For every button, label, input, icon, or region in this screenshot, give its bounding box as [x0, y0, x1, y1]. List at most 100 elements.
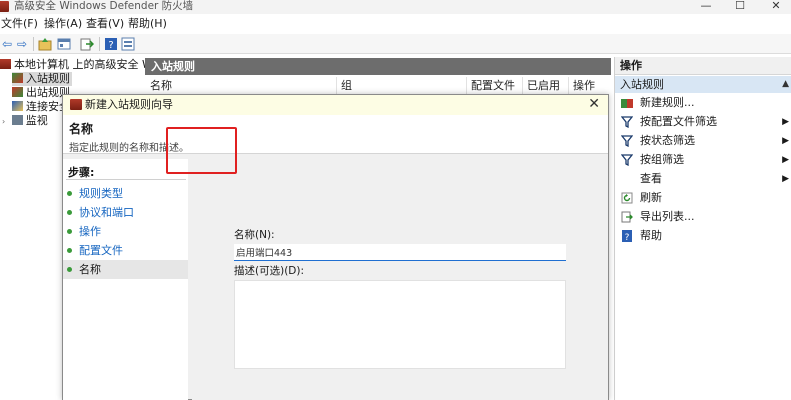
column-divider[interactable] — [568, 77, 569, 94]
dialog-subheading: 指定此规则的名称和描述。 — [69, 143, 189, 154]
menu-action[interactable]: 操作(A) — [44, 17, 82, 31]
action-label: 按组筛选 — [640, 153, 684, 166]
submenu-arrow-icon: ▶ — [782, 117, 789, 127]
action-label: 刷新 — [640, 191, 662, 204]
monitoring-icon — [11, 115, 23, 125]
export-list-icon — [621, 211, 633, 223]
collapse-icon[interactable]: ▲ — [782, 76, 789, 93]
connection-security-icon — [12, 101, 23, 111]
tree-item-label: 入站规则 — [26, 72, 70, 85]
minimize-button[interactable]: — — [688, 0, 724, 14]
help-icon[interactable]: ? — [104, 37, 118, 51]
action-label: 帮助 — [640, 229, 662, 242]
step-bullet-icon — [67, 210, 72, 215]
show-hide-tree-icon[interactable] — [57, 37, 71, 51]
outbound-rules-icon — [12, 87, 23, 97]
column-header-group[interactable]: 组 — [341, 77, 352, 94]
menu-file[interactable]: 文件(F) — [1, 17, 38, 31]
step-label: 配置文件 — [79, 244, 123, 257]
description-field-label: 描述(可选)(D): — [234, 265, 305, 277]
menu-help[interactable]: 帮助(H) — [128, 17, 167, 31]
action-filter-by-state[interactable]: 按状态筛选 ▶ — [615, 132, 791, 150]
action-view[interactable]: 查看 ▶ — [615, 170, 791, 188]
tree-item-monitoring[interactable]: › 监视 — [2, 114, 48, 128]
steps-divider — [66, 179, 186, 180]
actions-section-inbound-rules[interactable]: 入站规则 ▲ — [615, 76, 791, 93]
properties-icon[interactable] — [121, 37, 135, 51]
forward-icon[interactable]: ⇨ — [15, 37, 29, 51]
column-divider[interactable] — [522, 77, 523, 94]
step-bullet-icon — [67, 191, 72, 196]
submenu-arrow-icon: ▶ — [782, 155, 789, 165]
column-divider[interactable] — [336, 77, 337, 94]
expand-chevron-icon[interactable]: › — [2, 117, 5, 126]
center-panel-header: 入站规则 — [145, 58, 611, 75]
new-rule-icon — [621, 97, 633, 109]
step-label: 协议和端口 — [79, 206, 134, 219]
action-label: 新建规则... — [640, 96, 695, 109]
wizard-content: 名称(N): 描述(可选)(D): — [192, 159, 608, 400]
maximize-button[interactable]: ☐ — [722, 0, 758, 14]
action-label: 查看 — [640, 172, 662, 185]
filter-icon — [620, 116, 634, 129]
menu-view[interactable]: 查看(V) — [86, 17, 124, 31]
action-new-rule[interactable]: 新建规则... — [615, 94, 791, 112]
dialog-title: 新建入站规则向导 — [85, 98, 173, 111]
column-divider[interactable] — [466, 77, 467, 94]
toolbar: ⇦ ⇨ ? — [0, 34, 791, 54]
step-bullet-icon — [67, 229, 72, 234]
action-filter-by-group[interactable]: 按组筛选 ▶ — [615, 151, 791, 169]
actions-pane: 操作 入站规则 ▲ 新建规则... 按配置文件筛选 ▶ 按状态筛选 ▶ 按组筛选… — [614, 57, 791, 400]
step-action[interactable]: 操作 — [63, 222, 188, 241]
step-bullet-icon — [67, 248, 72, 253]
dialog-header: 名称 指定此规则的名称和描述。 — [63, 115, 608, 154]
refresh-icon — [621, 192, 633, 204]
title-bar: 高级安全 Windows Defender 防火墙 — ☐ ✕ — [0, 0, 791, 14]
rule-description-input[interactable] — [234, 280, 566, 369]
action-export-list[interactable]: 导出列表... — [615, 208, 791, 226]
help-icon: ? — [621, 230, 633, 243]
step-label: 规则类型 — [79, 187, 123, 200]
name-field-label: 名称(N): — [234, 229, 275, 241]
actions-pane-header: 操作 — [615, 57, 791, 75]
export-icon[interactable] — [80, 37, 95, 51]
menu-bar: 文件(F) 操作(A) 查看(V) 帮助(H) — [0, 15, 791, 33]
step-name-current[interactable]: 名称 — [63, 260, 188, 279]
firewall-app-icon — [0, 1, 9, 12]
step-label: 操作 — [79, 225, 101, 238]
back-icon[interactable]: ⇦ — [0, 37, 14, 51]
action-help[interactable]: ? 帮助 — [615, 227, 791, 245]
close-window-button[interactable]: ✕ — [758, 0, 791, 14]
column-header-enabled[interactable]: 已启用 — [527, 77, 560, 94]
dialog-heading: 名称 — [69, 122, 94, 136]
action-refresh[interactable]: 刷新 — [615, 189, 791, 207]
firewall-icon — [70, 99, 82, 110]
firewall-icon — [0, 59, 11, 69]
step-label: 名称 — [79, 263, 101, 276]
rule-name-input[interactable] — [234, 244, 566, 261]
step-protocol-and-ports[interactable]: 协议和端口 — [63, 203, 188, 222]
filter-icon — [620, 135, 634, 148]
window-title: 高级安全 Windows Defender 防火墙 — [14, 0, 194, 12]
svg-text:?: ? — [108, 40, 113, 51]
action-label: 按配置文件筛选 — [640, 115, 717, 128]
tree-item-label: 监视 — [25, 114, 48, 127]
tree-item-inbound-rules[interactable]: 入站规则 — [12, 72, 72, 86]
action-filter-by-profile[interactable]: 按配置文件筛选 ▶ — [615, 113, 791, 131]
column-header-action[interactable]: 操作 — [573, 77, 595, 94]
actions-section-label: 入站规则 — [620, 78, 664, 91]
up-folder-icon[interactable] — [38, 37, 52, 51]
step-rule-type[interactable]: 规则类型 — [63, 184, 188, 203]
column-header-name[interactable]: 名称 — [150, 77, 172, 94]
submenu-arrow-icon: ▶ — [782, 174, 789, 184]
step-bullet-icon — [67, 267, 72, 272]
toolbar-separator — [99, 37, 100, 51]
action-label: 按状态筛选 — [640, 134, 695, 147]
dialog-close-button[interactable]: ✕ — [588, 96, 600, 112]
svg-text:?: ? — [625, 233, 630, 242]
toolbar-separator — [33, 37, 34, 51]
step-profile[interactable]: 配置文件 — [63, 241, 188, 260]
column-header-profile[interactable]: 配置文件 — [471, 77, 515, 94]
submenu-arrow-icon: ▶ — [782, 136, 789, 146]
action-label: 导出列表... — [640, 210, 695, 223]
